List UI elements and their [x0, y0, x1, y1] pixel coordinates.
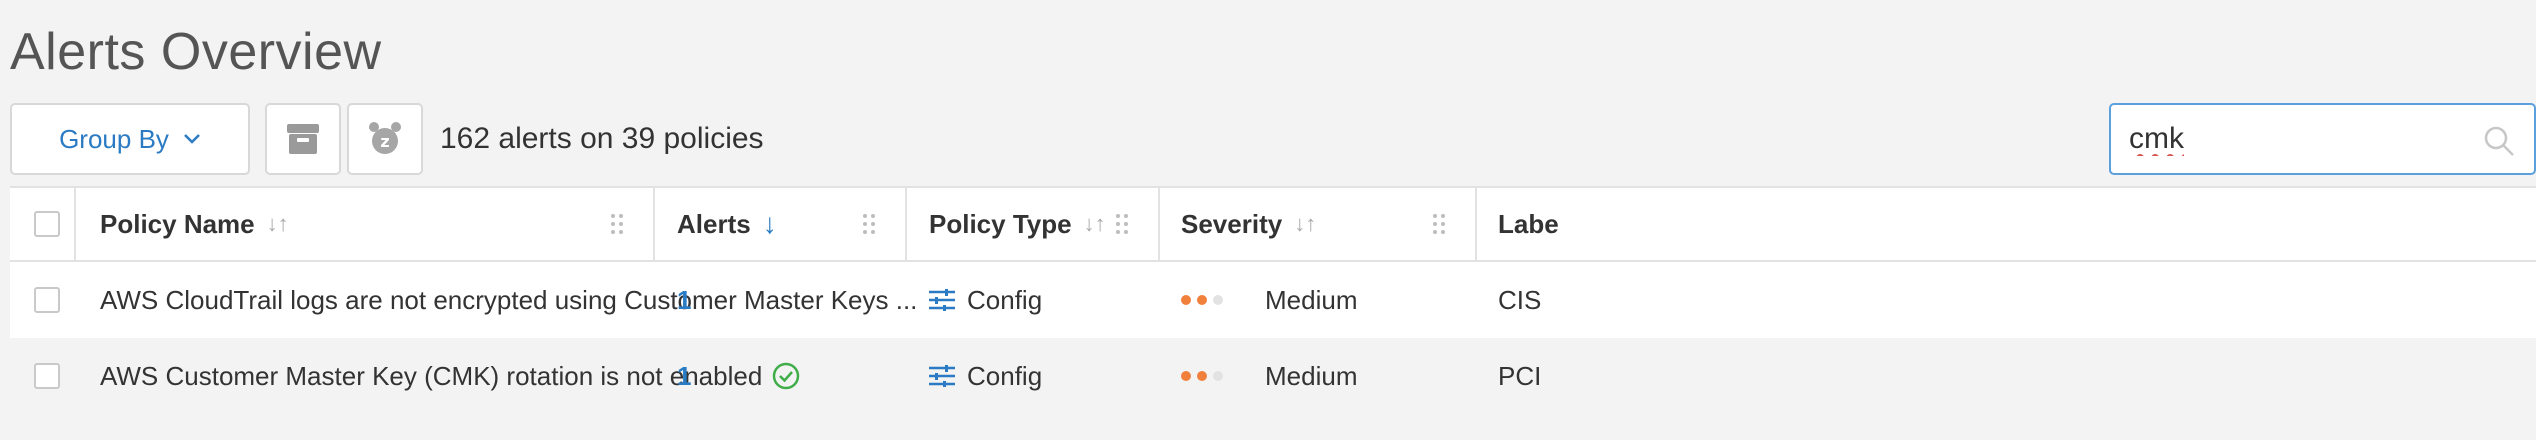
config-sliders-icon [929, 365, 955, 387]
severity-label: Medium [1265, 284, 1358, 315]
severity-dots-icon [1181, 295, 1229, 305]
column-drag-handle-icon[interactable] [610, 213, 624, 235]
group-by-button[interactable]: Group By [10, 103, 250, 175]
severity-label: Medium [1265, 360, 1358, 391]
sort-icon: ↓↑ [266, 211, 289, 236]
check-circle-icon [773, 362, 800, 390]
sort-icon: ↓↑ [1083, 211, 1106, 236]
policy-name-cell[interactable]: AWS CloudTrail logs are not encrypted us… [100, 262, 917, 338]
column-drag-handle-icon[interactable] [1432, 213, 1446, 235]
select-all-checkbox[interactable] [34, 211, 60, 237]
column-severity[interactable]: Severity ↓↑ [1181, 188, 1461, 260]
search-input[interactable] [2129, 119, 2459, 159]
search-box[interactable] [2109, 103, 2536, 175]
table-row[interactable]: AWS CloudTrail logs are not encrypted us… [10, 262, 2536, 338]
config-sliders-icon [929, 289, 955, 311]
page-title: Alerts Overview [10, 23, 382, 81]
snooze-button[interactable]: z [347, 103, 423, 175]
alerts-count-link[interactable]: 1 [677, 338, 691, 414]
archive-icon [287, 124, 319, 154]
policy-name-cell[interactable]: AWS Customer Master Key (CMK) rotation i… [100, 338, 800, 414]
table-header: Policy Name ↓↑ Alerts ↓ Policy Type ↓↑ S… [10, 186, 2536, 262]
chevron-down-icon [184, 134, 200, 144]
group-by-label: Group By [59, 123, 169, 154]
severity-cell: Medium [1181, 262, 1357, 338]
table-row[interactable]: AWS Customer Master Key (CMK) rotation i… [10, 338, 2536, 414]
sort-descending-icon: ↓ [762, 208, 777, 239]
svg-text:z: z [380, 132, 389, 151]
archive-button[interactable] [265, 103, 341, 175]
labels-cell: PCI DSS [1498, 360, 1546, 391]
column-drag-handle-icon[interactable] [1115, 213, 1129, 235]
labels-cell: CIS [1498, 284, 1542, 315]
search-icon[interactable] [2483, 125, 2515, 157]
column-policy-name[interactable]: Policy Name ↓↑ [100, 188, 660, 260]
alerts-count-link[interactable]: 1 [677, 262, 691, 338]
alerts-table: Policy Name ↓↑ Alerts ↓ Policy Type ↓↑ S… [10, 186, 2536, 414]
column-drag-handle-icon[interactable] [862, 213, 876, 235]
policy-type-label: Config [967, 284, 1043, 315]
policy-type-label: Config [967, 360, 1043, 391]
column-labels[interactable]: Labels ↓↑ [1498, 188, 1558, 260]
alert-summary: 162 alerts on 39 policies [440, 122, 764, 155]
row-checkbox[interactable] [34, 287, 60, 313]
sort-icon: ↓↑ [1294, 211, 1317, 236]
severity-dots-icon [1181, 371, 1229, 381]
alarm-clock-icon: z [369, 122, 401, 154]
severity-cell: Medium [1181, 338, 1357, 414]
policy-type-cell: Config [929, 262, 1042, 338]
policy-type-cell: Config [929, 338, 1042, 414]
row-checkbox[interactable] [34, 363, 60, 389]
